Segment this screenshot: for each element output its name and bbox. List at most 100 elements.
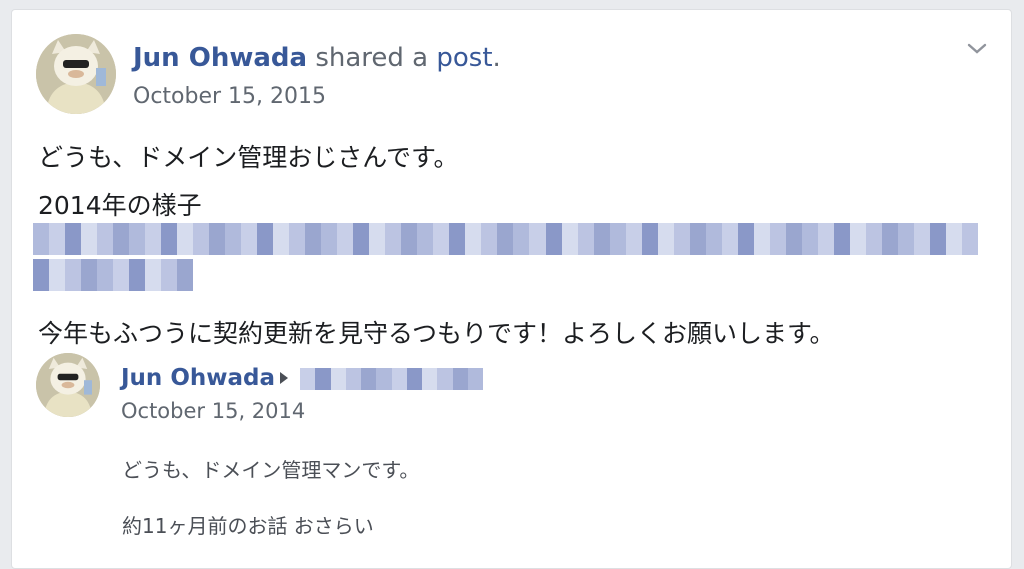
shared-timestamp-link[interactable]: October 15, 2014 [121,399,305,423]
blur-block [817,223,834,255]
blur-block [65,259,81,291]
blur-block [161,259,177,291]
blur-block [513,223,530,255]
blur-block [433,223,450,255]
blur-block [721,223,738,255]
blur-block [881,223,898,255]
blur-block [241,223,258,255]
blurred-group-link[interactable] [300,368,483,390]
blur-block [625,223,642,255]
blur-block [689,223,706,255]
post-link[interactable]: post [436,43,492,73]
shared-author-name-link[interactable]: Jun Ohwada [121,365,275,391]
blur-block [561,223,578,255]
blur-block [437,368,453,390]
blur-block [209,223,226,255]
post-card: Jun Ohwada shared a post. October 15, 20… [11,9,1012,569]
blur-block [929,223,946,255]
post-timestamp-link[interactable]: October 15, 2015 [133,84,326,109]
blur-block [353,223,370,255]
blur-block [833,223,850,255]
blur-block [673,223,690,255]
blur-block [849,223,866,255]
blur-block [913,223,930,255]
blurred-link[interactable] [33,259,193,291]
blur-block [305,223,322,255]
blur-block [315,368,331,390]
blur-block [801,223,818,255]
blur-block [481,223,498,255]
blur-block [145,223,162,255]
blurred-link[interactable] [33,223,978,255]
blur-block [865,223,882,255]
author-avatar[interactable] [36,34,116,114]
blur-block [161,223,178,255]
blur-block [785,223,802,255]
blur-block [81,223,98,255]
blur-block [449,223,466,255]
blur-block [577,223,594,255]
post-header: Jun Ohwada shared a post. [133,43,501,73]
blur-block [193,223,210,255]
blur-block [369,223,386,255]
blur-block [97,223,114,255]
blur-block [961,223,978,255]
blur-block [113,259,129,291]
blur-block [737,223,754,255]
blur-block [257,223,274,255]
blur-block [945,223,962,255]
blur-block [401,223,418,255]
blur-block [657,223,674,255]
blur-block [145,259,161,291]
post-text-line: 2014年の様子 [38,191,202,220]
blur-block [33,223,50,255]
blur-block [225,223,242,255]
blur-block [97,259,113,291]
blur-block [345,368,361,390]
blur-block [467,368,483,390]
blur-block [129,223,146,255]
blur-block [321,223,338,255]
author-name-link[interactable]: Jun Ohwada [133,43,307,73]
blur-block [593,223,610,255]
action-text: shared a [307,43,437,73]
blur-block [300,368,316,390]
blur-block [753,223,770,255]
blur-block [705,223,722,255]
blur-block [385,223,402,255]
blur-block [452,368,468,390]
blur-block [33,259,49,291]
blur-block [289,223,306,255]
blur-block [113,223,130,255]
post-text-line: 今年もふつうに契約更新を見守るつもりです！よろしくお願いします。 [38,319,835,348]
blur-block [129,259,145,291]
blur-block [897,223,914,255]
shared-text-line: 約11ヶ月前のお話 おさらい [122,514,374,538]
blur-block [337,223,354,255]
blur-block [641,223,658,255]
blur-block [391,368,407,390]
blur-block [497,223,514,255]
blur-block [65,223,82,255]
shared-author-avatar[interactable] [36,353,100,417]
blur-block [177,259,193,291]
blur-block [376,368,392,390]
blur-block [361,368,377,390]
chevron-down-icon[interactable] [965,38,989,58]
blur-block [609,223,626,255]
blur-block [406,368,422,390]
post-text-line: どうも、ドメイン管理おじさんです。 [38,143,459,172]
blur-block [769,223,786,255]
blur-block [330,368,346,390]
blur-block [49,259,65,291]
blur-block [422,368,438,390]
blur-block [81,259,97,291]
blur-block [417,223,434,255]
caret-right-icon [278,370,290,386]
blur-block [177,223,194,255]
blur-block [465,223,482,255]
blur-block [545,223,562,255]
blur-block [49,223,66,255]
blur-block [529,223,546,255]
shared-text-line: どうも、ドメイン管理マンです。 [122,458,420,482]
